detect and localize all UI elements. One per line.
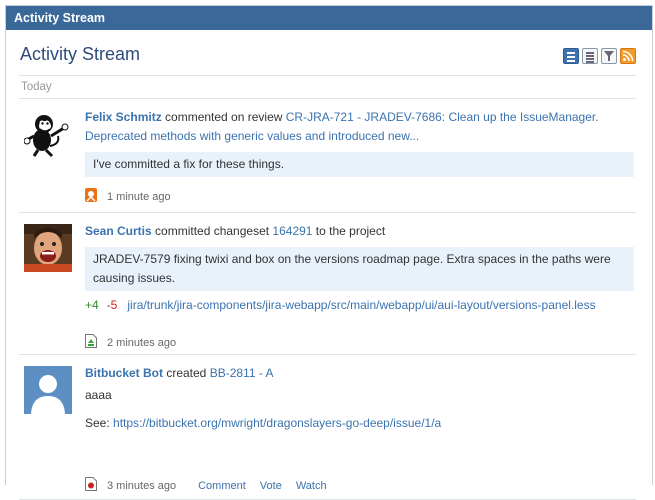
- divider: [19, 354, 636, 355]
- entry-content: Sean Curtis committed changeset 164291 t…: [85, 222, 634, 315]
- divider: [19, 98, 636, 99]
- entry-summary: Bitbucket Bot created BB-2811 - A: [85, 364, 634, 383]
- entry-summary: Felix Schmitz commented on review CR-JRA…: [85, 108, 634, 146]
- issue-body: aaaa: [85, 388, 112, 402]
- list-view-icon[interactable]: [563, 48, 579, 64]
- author-link[interactable]: Sean Curtis: [85, 224, 152, 238]
- entry-verb: committed changeset: [151, 224, 273, 238]
- bitbucket-issue-link[interactable]: https://bitbucket.org/mwright/dragonslay…: [113, 416, 441, 430]
- additions-count: +4: [85, 298, 99, 312]
- entry-content: Bitbucket Bot created BB-2811 - A aaaa S…: [85, 364, 634, 433]
- divider: [19, 75, 636, 76]
- timestamp: 3 minutes ago: [107, 479, 177, 492]
- file-path-link[interactable]: jira/trunk/jira-components/jira-webapp/s…: [127, 298, 595, 312]
- author-link[interactable]: Felix Schmitz: [85, 110, 162, 124]
- watch-action[interactable]: Watch: [296, 480, 327, 492]
- commit-message: JRADEV-7579 fixing twixi and box on the …: [85, 247, 634, 291]
- comment-quote: I've committed a fix for these things.: [85, 152, 634, 177]
- rss-feed-icon[interactable]: [620, 48, 636, 64]
- timestamp: 2 minutes ago: [107, 336, 177, 349]
- changeset-link[interactable]: 164291: [272, 224, 312, 238]
- avatar[interactable]: [23, 110, 72, 158]
- entry-content: Felix Schmitz commented on review CR-JRA…: [85, 108, 634, 177]
- gadget-header: Activity Stream: [6, 6, 652, 30]
- entry-verb: commented on review: [161, 110, 286, 124]
- day-label: Today: [21, 81, 52, 93]
- see-row: See: https://bitbucket.org/mwright/drago…: [85, 414, 634, 433]
- entry-meta: 1 minute ago: [85, 188, 171, 205]
- divider: [19, 212, 636, 213]
- entry-meta: 2 minutes ago: [85, 334, 176, 351]
- stream-title: Activity Stream: [20, 44, 141, 64]
- timestamp: 1 minute ago: [107, 190, 171, 203]
- entry-verb: created: [163, 366, 210, 380]
- entry-summary: Sean Curtis committed changeset 164291 t…: [85, 222, 634, 241]
- avatar[interactable]: [24, 366, 72, 414]
- issue-link[interactable]: BB-2811 - A: [210, 366, 274, 380]
- see-label: See:: [85, 416, 114, 430]
- full-view-icon[interactable]: [582, 48, 598, 64]
- deletions-count: -5: [106, 298, 118, 312]
- view-toggle-group: [563, 48, 636, 64]
- avatar[interactable]: [24, 224, 72, 272]
- author-link[interactable]: Bitbucket Bot: [85, 366, 163, 380]
- comment-action[interactable]: Comment: [198, 480, 246, 492]
- activity-stream-gadget: Activity Stream Activity Stream Today Fe…: [5, 5, 653, 500]
- entry-suffix: to the project: [312, 224, 386, 238]
- vote-action[interactable]: Vote: [260, 480, 282, 492]
- changeset-icon: [85, 334, 97, 351]
- changed-file-row: +4 -5 jira/trunk/jira-components/jira-weba…: [85, 296, 634, 315]
- review-icon: [85, 188, 97, 205]
- filter-icon[interactable]: [601, 48, 617, 64]
